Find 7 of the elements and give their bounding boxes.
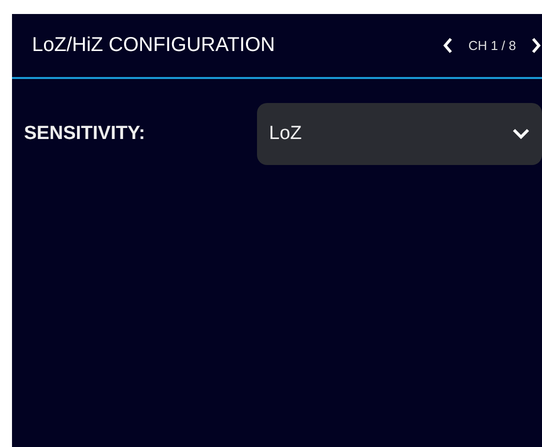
previous-icon[interactable] [442, 37, 454, 54]
sensitivity-dropdown[interactable]: LoZ [257, 103, 542, 165]
next-icon[interactable] [530, 37, 542, 54]
channel-indicator: CH 1 / 8 [468, 38, 516, 53]
setting-label: SENSITIVITY: [24, 123, 146, 145]
screen-title: LoZ/HiZ CONFIGURATION [32, 34, 275, 57]
caret-icon [512, 128, 530, 140]
